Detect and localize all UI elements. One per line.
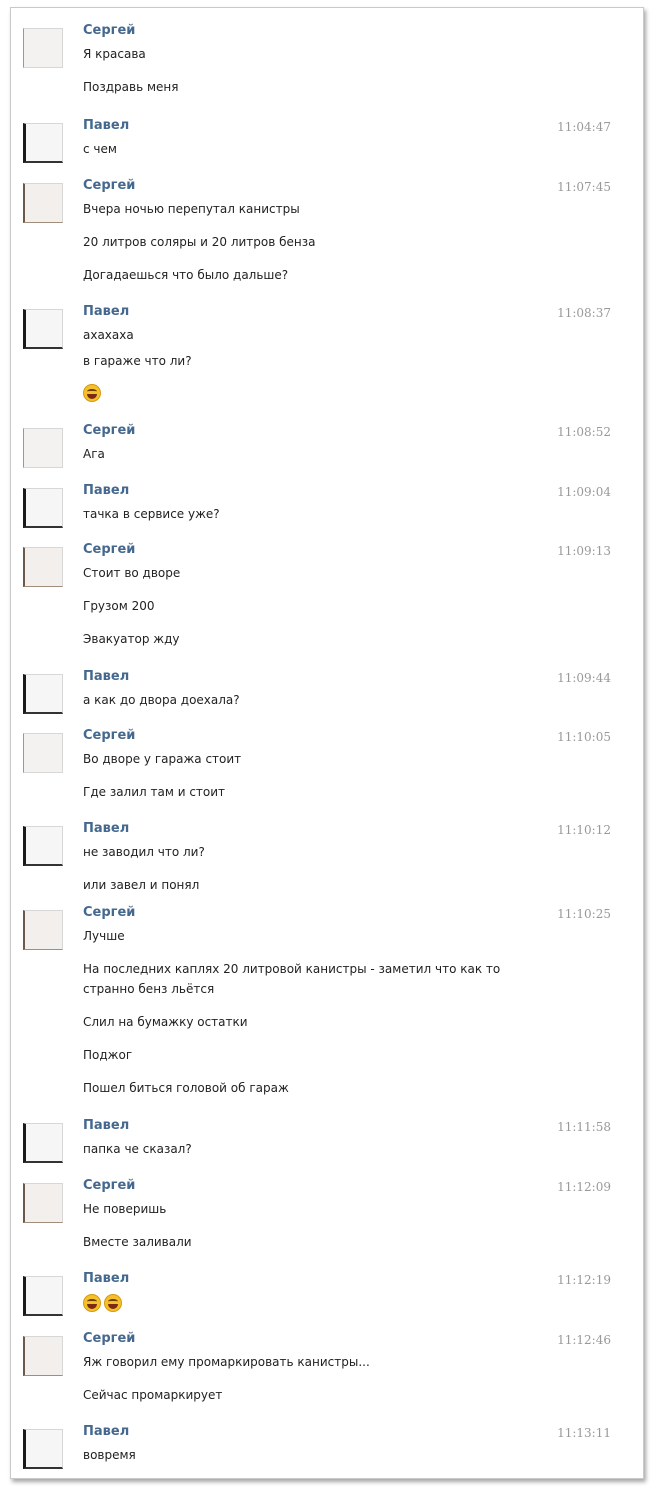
message-text: Вместе заливали: [83, 1235, 192, 1249]
avatar[interactable]: [23, 826, 63, 866]
message-text: в гараже что ли?: [83, 354, 192, 368]
message-text: Во дворе у гаража стоит: [83, 752, 242, 766]
author-name[interactable]: Сергей: [83, 1178, 135, 1193]
avatar[interactable]: [23, 123, 63, 163]
author-name[interactable]: Сергей: [83, 905, 135, 920]
message-time: 11:12:46: [557, 1333, 611, 1347]
message-text: 20 литров соляры и 20 литров бенза: [83, 235, 316, 249]
avatar[interactable]: [23, 309, 63, 349]
message-text: Пошел биться головой об гараж: [83, 1081, 289, 1095]
message-text: странно бенз льётся: [83, 982, 215, 996]
author-name[interactable]: Павел: [83, 1424, 129, 1439]
message-text: вовремя: [83, 1448, 136, 1462]
emoji-line: [83, 1292, 125, 1312]
dialog-window: Сергей Я красава Поздравь меня Павел 11:…: [10, 7, 644, 1479]
message-time: 11:12:19: [557, 1273, 611, 1287]
author-name[interactable]: Сергей: [83, 1331, 135, 1346]
message-text: папка че сказал?: [83, 1142, 192, 1156]
author-name[interactable]: Павел: [83, 821, 129, 836]
avatar[interactable]: [23, 1276, 63, 1316]
message-text: ахахаха: [83, 328, 134, 342]
message-text: Вчера ночью перепутал канистры: [83, 202, 300, 216]
message-text: Поджог: [83, 1048, 133, 1062]
author-name[interactable]: Сергей: [83, 423, 135, 438]
message-text: а как до двора доехала?: [83, 693, 240, 707]
message-time: 11:10:05: [557, 730, 611, 744]
laughing-emoji-icon: [83, 383, 101, 402]
message-text: Поздравь меня: [83, 80, 179, 94]
message-time: 11:12:09: [557, 1180, 611, 1194]
author-name[interactable]: Сергей: [83, 728, 135, 743]
avatar[interactable]: [23, 28, 63, 68]
message-text: Стоит во дворе: [83, 566, 181, 580]
author-name[interactable]: Павел: [83, 304, 129, 319]
message-text: или завел и понял: [83, 878, 200, 892]
message-text: с чем: [83, 142, 117, 156]
author-name[interactable]: Павел: [83, 669, 129, 684]
message-time: 11:13:11: [557, 1426, 611, 1440]
avatar[interactable]: [23, 674, 63, 714]
message-text: Яж говорил ему промаркировать канистры..…: [83, 1355, 370, 1369]
message-text: не заводил что ли?: [83, 845, 205, 859]
author-name[interactable]: Павел: [83, 1271, 129, 1286]
avatar[interactable]: [23, 1429, 63, 1469]
message: Сергей Я красава Поздравь меня: [11, 20, 643, 120]
message-text: Ага: [83, 447, 105, 461]
message-text: Эвакуатор жду: [83, 632, 180, 646]
avatar[interactable]: [23, 1336, 63, 1376]
message-text: тачка в сервисе уже?: [83, 507, 220, 521]
avatar[interactable]: [23, 547, 63, 587]
message-text: Слил на бумажку остатки: [83, 1015, 248, 1029]
message-time: 11:09:04: [557, 485, 611, 499]
author-name[interactable]: Павел: [83, 118, 129, 133]
author-name[interactable]: Сергей: [83, 542, 135, 557]
author-name[interactable]: Павел: [83, 483, 129, 498]
laughing-emoji-icon: [83, 1293, 101, 1312]
message-time: 11:10:25: [557, 907, 611, 921]
laughing-emoji-icon: [104, 1293, 122, 1312]
avatar[interactable]: [23, 1183, 63, 1223]
message-time: 11:08:37: [557, 306, 611, 320]
emoji-line: [83, 382, 104, 402]
avatar[interactable]: [23, 1123, 63, 1163]
message-text: Где залил там и стоит: [83, 785, 226, 799]
message-text: Лучше: [83, 929, 125, 943]
message-text: Догадаешься что было дальше?: [83, 268, 289, 282]
avatar[interactable]: [23, 733, 63, 773]
message-time: 11:10:12: [557, 823, 611, 837]
message-time: 11:04:47: [557, 120, 611, 134]
message-text: На последних каплях 20 литровой канистры…: [83, 962, 501, 976]
author-name[interactable]: Сергей: [83, 23, 135, 38]
message-time: 11:11:58: [557, 1120, 611, 1134]
avatar[interactable]: [23, 910, 63, 950]
message-time: 11:07:45: [557, 180, 611, 194]
message-time: 11:09:44: [557, 671, 611, 685]
avatar[interactable]: [23, 428, 63, 468]
message-text: Я красава: [83, 47, 146, 61]
message-time: 11:09:13: [557, 544, 611, 558]
author-name[interactable]: Сергей: [83, 178, 135, 193]
message-time: 11:08:52: [557, 425, 611, 439]
message-text: Не поверишь: [83, 1202, 167, 1216]
avatar[interactable]: [23, 183, 63, 223]
message-text: Сейчас промаркирует: [83, 1388, 223, 1402]
message-text: Грузом 200: [83, 599, 155, 613]
avatar[interactable]: [23, 488, 63, 528]
author-name[interactable]: Павел: [83, 1118, 129, 1133]
